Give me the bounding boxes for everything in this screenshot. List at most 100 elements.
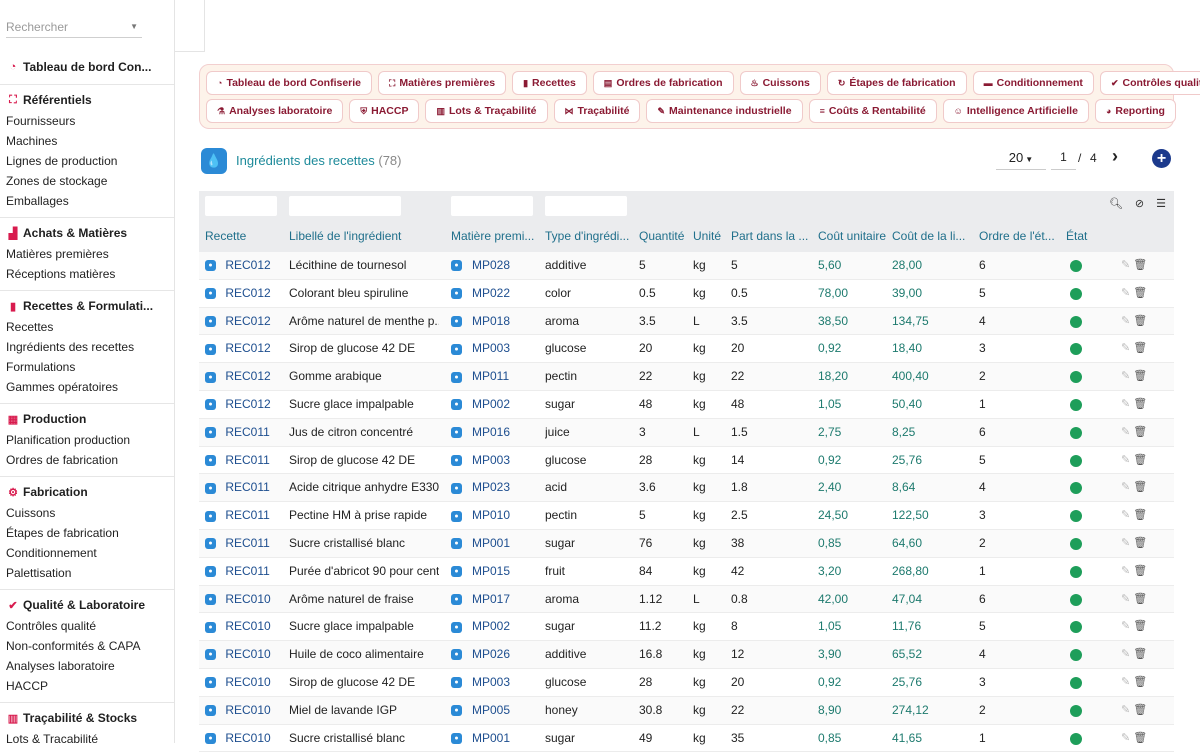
edit-icon[interactable]: ✎ xyxy=(1121,648,1130,660)
trash-icon[interactable]: 🗑︎ xyxy=(1133,287,1147,299)
menu-pill[interactable]: ⛨ HACCP xyxy=(349,99,420,123)
menu-pill[interactable]: ↻ Étapes de fabrication xyxy=(826,71,967,95)
table-row[interactable]: ● REC012 Sirop de glucose 42 DE ● MP003 gluc… xyxy=(199,335,1174,364)
sidebar-section-title[interactable]: ⚙ Fabrication xyxy=(6,481,169,503)
menu-pill[interactable]: ≡ Coûts & Rentabilité xyxy=(808,99,937,123)
recipe-link[interactable]: REC011 xyxy=(225,425,269,439)
edit-icon[interactable]: ✎ xyxy=(1121,509,1130,521)
edit-icon[interactable]: ✎ xyxy=(1121,593,1130,605)
filter-input-libelle[interactable] xyxy=(289,196,401,216)
material-link[interactable]: MP017 xyxy=(472,592,510,606)
menu-pill[interactable]: ▤ Ordres de fabrication xyxy=(592,71,734,95)
material-link[interactable]: MP011 xyxy=(472,369,509,383)
menu-pill[interactable]: ♨ Cuissons xyxy=(739,71,821,95)
menu-pill[interactable]: ✎ Maintenance industrielle xyxy=(646,99,803,123)
sidebar-section-title[interactable]: ◔ Tableau de bord Con... xyxy=(6,56,169,78)
menu-pill[interactable]: ◕ Reporting xyxy=(1094,99,1176,123)
page-size-select[interactable]: 20 ▼ xyxy=(996,150,1046,170)
sidebar-section-title[interactable]: ▥ Traçabilité & Stocks xyxy=(6,707,169,729)
menu-pill[interactable]: ⛶ Matières premières xyxy=(378,71,507,95)
recipe-link[interactable]: REC012 xyxy=(225,286,270,300)
clear-filter-icon[interactable]: ⊘ xyxy=(1135,197,1144,210)
sidebar-item[interactable]: Cuissons xyxy=(6,503,169,523)
sidebar-item[interactable]: HACCP xyxy=(6,676,169,696)
sidebar-item[interactable]: Lots & Traçabilité xyxy=(6,729,169,743)
sidebar-item[interactable]: Emballages xyxy=(6,191,169,211)
add-record-button[interactable]: + xyxy=(1152,149,1171,168)
sidebar-item[interactable]: Ordres de fabrication xyxy=(6,450,169,470)
edit-icon[interactable]: ✎ xyxy=(1121,287,1130,299)
column-header[interactable]: Recette xyxy=(205,229,285,243)
sidebar-item[interactable]: Conditionnement xyxy=(6,543,169,563)
material-link[interactable]: MP001 xyxy=(472,731,510,745)
material-link[interactable]: MP018 xyxy=(472,314,510,328)
edit-icon[interactable]: ✎ xyxy=(1121,537,1130,549)
trash-icon[interactable]: 🗑︎ xyxy=(1133,620,1147,632)
chevron-right-icon[interactable]: › xyxy=(1112,146,1118,167)
edit-icon[interactable]: ✎ xyxy=(1121,620,1130,632)
table-row[interactable]: ● REC011 Pectine HM à prise rapide ● MP010 p… xyxy=(199,502,1174,530)
menu-pill[interactable]: ▮ Recettes xyxy=(512,71,587,95)
table-row[interactable]: ● REC010 Sucre glace impalpable ● MP002 suga… xyxy=(199,613,1174,642)
recipe-link[interactable]: REC011 xyxy=(225,564,269,578)
sidebar-section-title[interactable]: ▮ Recettes & Formulati... xyxy=(6,295,169,317)
trash-icon[interactable]: 🗑︎ xyxy=(1133,315,1147,327)
filter-input-recette[interactable] xyxy=(205,196,277,216)
column-header[interactable]: Part dans la ... xyxy=(731,229,815,243)
material-link[interactable]: MP022 xyxy=(472,286,510,300)
page-number-input[interactable]: 1 xyxy=(1051,150,1076,170)
edit-icon[interactable]: ✎ xyxy=(1121,370,1130,382)
column-header[interactable]: Libellé de l'ingrédient xyxy=(289,229,444,243)
table-row[interactable]: ● REC012 Arôme naturel de menthe p... ● MP0… xyxy=(199,307,1174,336)
recipe-link[interactable]: REC012 xyxy=(225,397,270,411)
menu-pill[interactable]: ▥ Lots & Traçabilité xyxy=(425,99,548,123)
sidebar-item[interactable]: Fournisseurs xyxy=(6,111,169,131)
menu-pill[interactable]: ⋈ Traçabilité xyxy=(553,99,641,123)
trash-icon[interactable]: 🗑︎ xyxy=(1133,481,1147,493)
sidebar-section-title[interactable]: ▟ Achats & Matières xyxy=(6,222,169,244)
sidebar-item[interactable]: Machines xyxy=(6,131,169,151)
edit-icon[interactable]: ✎ xyxy=(1121,342,1130,354)
sidebar-item[interactable]: Formulations xyxy=(6,357,169,377)
material-link[interactable]: MP010 xyxy=(472,508,510,522)
edit-icon[interactable]: ✎ xyxy=(1121,676,1130,688)
search-icon[interactable]: 🔍︎ xyxy=(1109,197,1123,210)
table-row[interactable]: ● REC010 Arôme naturel de fraise ● MP017 aro… xyxy=(199,585,1174,614)
sidebar-section-title[interactable]: ✔ Qualité & Laboratoire xyxy=(6,594,169,616)
recipe-link[interactable]: REC011 xyxy=(225,536,269,550)
menu-pill[interactable]: ⚗ Analyses laboratoire xyxy=(206,99,344,123)
table-row[interactable]: ● REC011 Acide citrique anhydre E330 ● MP02… xyxy=(199,474,1174,503)
trash-icon[interactable]: 🗑︎ xyxy=(1133,565,1147,577)
trash-icon[interactable]: 🗑︎ xyxy=(1133,370,1147,382)
recipe-link[interactable]: REC010 xyxy=(225,731,270,745)
edit-icon[interactable]: ✎ xyxy=(1121,565,1130,577)
filter-input-matiere[interactable] xyxy=(451,196,533,216)
filter-input-type[interactable] xyxy=(545,196,627,216)
trash-icon[interactable]: 🗑︎ xyxy=(1133,342,1147,354)
recipe-link[interactable]: REC012 xyxy=(225,314,270,328)
recipe-link[interactable]: REC011 xyxy=(225,480,269,494)
column-header[interactable]: État xyxy=(1066,229,1106,243)
trash-icon[interactable]: 🗑︎ xyxy=(1133,648,1147,660)
column-header[interactable]: Coût de la li... xyxy=(892,229,976,243)
sidebar-item[interactable]: Non-conformités & CAPA xyxy=(6,636,169,656)
menu-pill[interactable]: ☺ Intelligence Artificielle xyxy=(942,99,1089,123)
trash-icon[interactable]: 🗑︎ xyxy=(1133,398,1147,410)
menu-pill[interactable]: ◔ Tableau de bord Confiserie xyxy=(206,71,373,95)
sidebar-item[interactable]: Réceptions matières xyxy=(6,264,169,284)
column-header[interactable]: Coût unitaire xyxy=(818,229,888,243)
column-header[interactable]: Type d'ingrédi... xyxy=(545,229,633,243)
menu-pill[interactable]: ▬ Conditionnement xyxy=(972,71,1094,95)
table-row[interactable]: ● REC011 Purée d'abricot 90 pour cent ● MP0… xyxy=(199,558,1174,586)
trash-icon[interactable]: 🗑︎ xyxy=(1133,259,1147,271)
edit-icon[interactable]: ✎ xyxy=(1121,481,1130,493)
trash-icon[interactable]: 🗑︎ xyxy=(1133,537,1147,549)
sidebar-item[interactable]: Palettisation xyxy=(6,563,169,583)
material-link[interactable]: MP016 xyxy=(472,425,510,439)
recipe-link[interactable]: REC011 xyxy=(225,508,269,522)
edit-icon[interactable]: ✎ xyxy=(1121,454,1130,466)
sidebar-item[interactable]: Étapes de fabrication xyxy=(6,523,169,543)
recipe-link[interactable]: REC012 xyxy=(225,369,270,383)
edit-icon[interactable]: ✎ xyxy=(1121,259,1130,271)
recipe-link[interactable]: REC010 xyxy=(225,703,270,717)
